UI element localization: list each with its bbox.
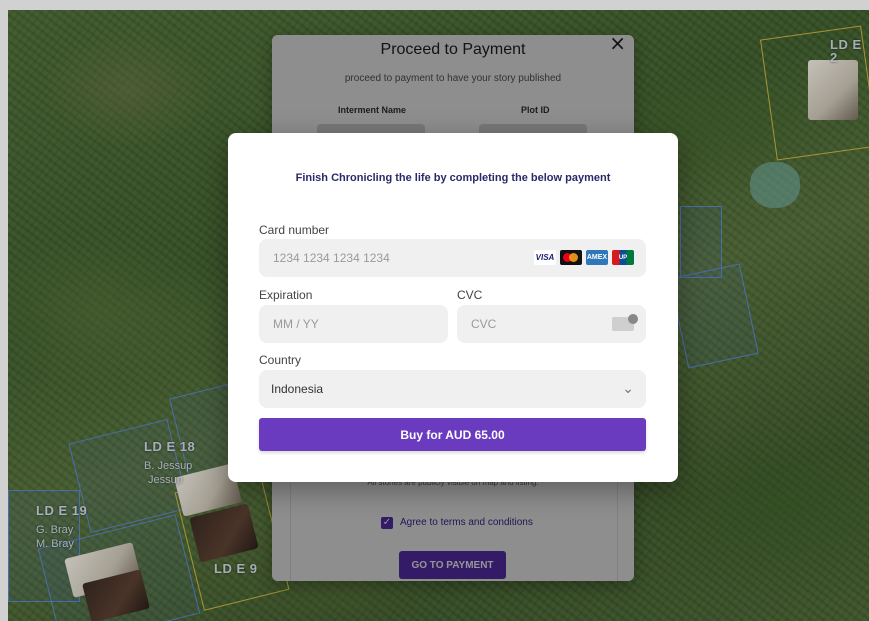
cvc-label: CVC (457, 288, 483, 302)
chevron-down-icon: ⌄ (622, 380, 634, 396)
cvc-card-icon (612, 314, 638, 331)
mastercard-icon (560, 250, 582, 265)
payment-heading: Finish Chronicling the life by completin… (295, 172, 611, 184)
card-brand-logos: VISA AMEX UP (534, 250, 634, 265)
payment-modal: Finish Chronicling the life by completin… (228, 133, 678, 482)
buy-button[interactable]: Buy for AUD 65.00 (259, 418, 646, 451)
unionpay-icon: UP (612, 250, 634, 265)
visa-icon: VISA (534, 250, 556, 265)
cvc-input[interactable] (469, 316, 634, 332)
expiration-label: Expiration (259, 288, 313, 302)
card-number-label: Card number (259, 223, 330, 237)
card-number-field[interactable]: VISA AMEX UP (259, 239, 646, 277)
country-select[interactable]: Indonesia ⌄ (259, 370, 646, 408)
expiration-input[interactable] (271, 316, 436, 332)
cvc-field[interactable] (457, 305, 646, 343)
country-value: Indonesia (271, 382, 324, 396)
expiration-field[interactable] (259, 305, 448, 343)
amex-icon: AMEX (586, 250, 608, 265)
country-label: Country (259, 353, 302, 367)
